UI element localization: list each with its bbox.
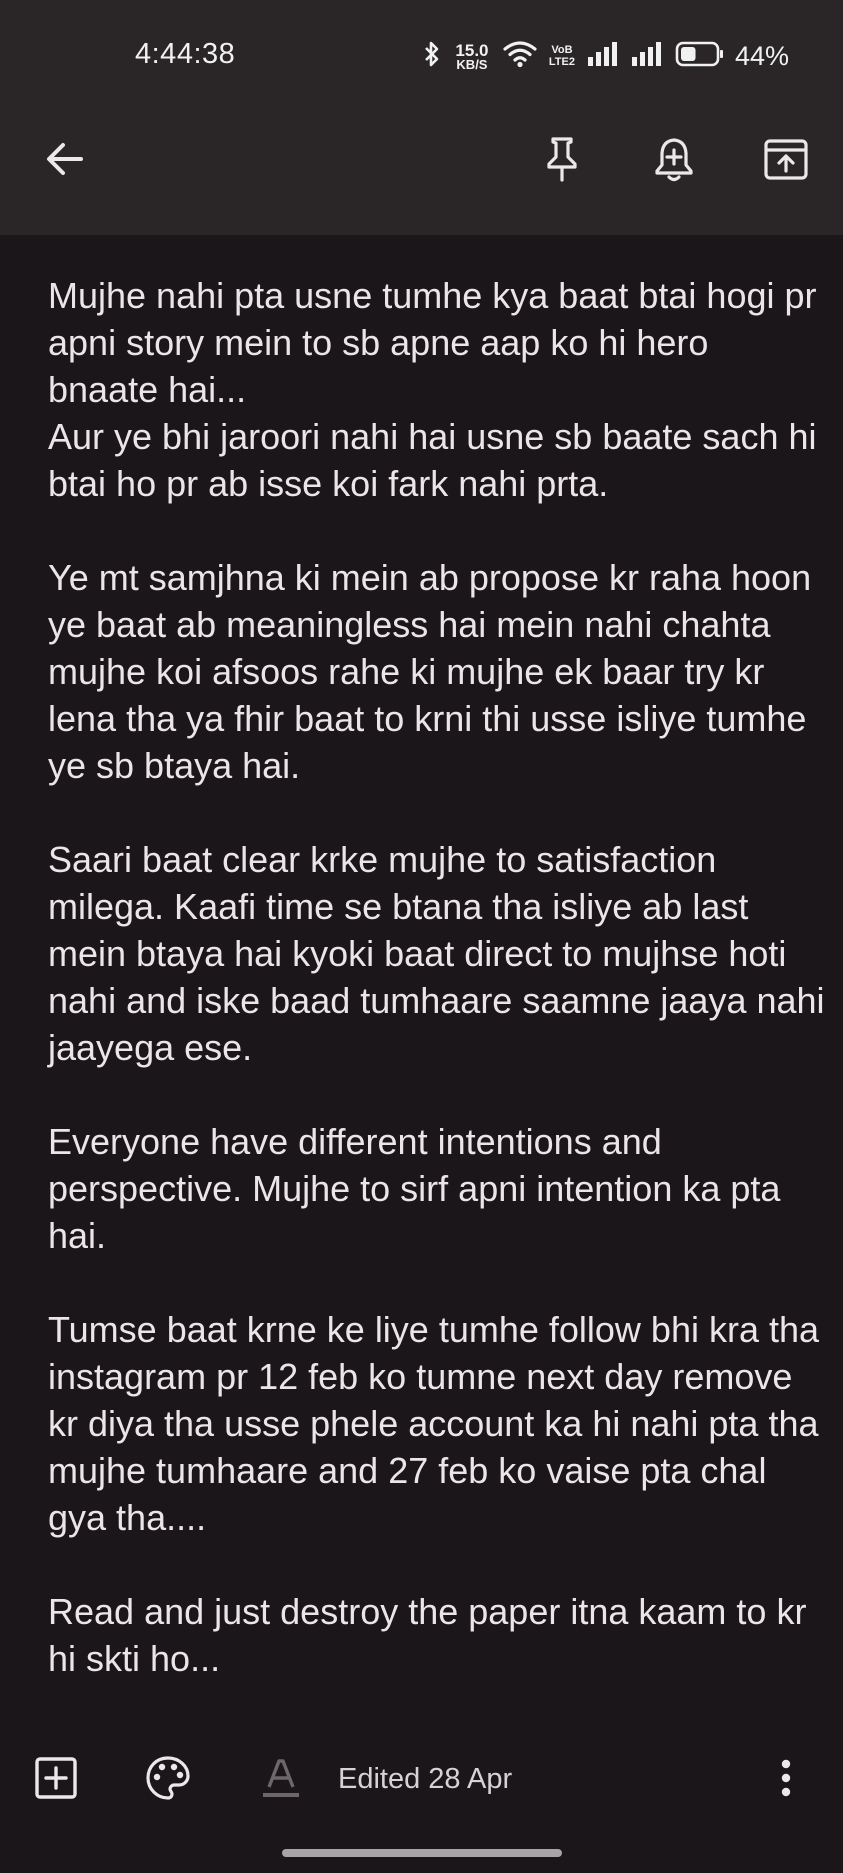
palette-icon xyxy=(144,1754,192,1807)
home-indicator[interactable] xyxy=(282,1849,562,1857)
status-bar: 4:44:38 15.0 KB/S VoB LTE2 44% xyxy=(0,0,843,112)
note-paragraph: Ye mt samjhna ki mein ab propose kr raha… xyxy=(48,557,822,786)
add-button[interactable] xyxy=(26,1750,86,1810)
network-speed-unit: KB/S xyxy=(456,56,488,72)
arrow-back-icon xyxy=(43,137,87,186)
top-app-bar: 4:44:38 15.0 KB/S VoB LTE2 44% xyxy=(0,0,843,235)
volte-top: VoB xyxy=(551,44,573,56)
text-format-button[interactable] xyxy=(251,1750,311,1810)
note-paragraph: Read and just destroy the paper itna kaa… xyxy=(48,1591,817,1679)
network-speed-value: 15.0 xyxy=(455,40,489,60)
background-options-button[interactable] xyxy=(138,1750,198,1810)
note-text-body[interactable]: Mujhe nahi pta usne tumhe kya baat btai … xyxy=(48,272,828,1682)
text-format-icon xyxy=(259,1755,303,1806)
bluetooth-icon xyxy=(423,40,441,73)
pin-icon xyxy=(540,134,584,189)
note-paragraph: Tumse baat krne ke liye tumhe follow bhi… xyxy=(48,1309,830,1538)
add-box-icon xyxy=(33,1755,79,1806)
status-icons: 15.0 KB/S VoB LTE2 44% xyxy=(423,36,789,76)
note-paragraph: Everyone have different intentions and p… xyxy=(48,1121,791,1256)
bell-plus-icon xyxy=(652,134,696,189)
reminder-button[interactable] xyxy=(639,126,709,196)
volte-bottom: LTE2 xyxy=(548,56,575,68)
network-speed: 15.0 KB/S xyxy=(451,42,493,71)
note-paragraph: Mujhe nahi pta usne tumhe kya baat btai … xyxy=(48,275,817,504)
note-paragraph: Saari baat clear krke mujhe to satisfact… xyxy=(48,839,835,1068)
wifi-icon xyxy=(503,40,537,73)
bottom-toolbar: Edited 28 Apr xyxy=(0,1735,843,1825)
archive-icon xyxy=(763,136,809,187)
archive-button[interactable] xyxy=(751,126,821,196)
more-vert-icon xyxy=(776,1755,796,1806)
back-button[interactable] xyxy=(30,126,100,196)
signal-icon xyxy=(587,41,621,72)
signal-icon-2 xyxy=(631,41,665,72)
edited-timestamp: Edited 28 Apr xyxy=(338,1763,513,1795)
status-time: 4:44:38 xyxy=(135,38,236,70)
volte-indicator: VoB LTE2 xyxy=(547,44,577,68)
battery-percent: 44% xyxy=(734,40,789,71)
battery-icon xyxy=(675,41,725,72)
more-options-button[interactable] xyxy=(756,1750,816,1810)
pin-button[interactable] xyxy=(527,126,597,196)
